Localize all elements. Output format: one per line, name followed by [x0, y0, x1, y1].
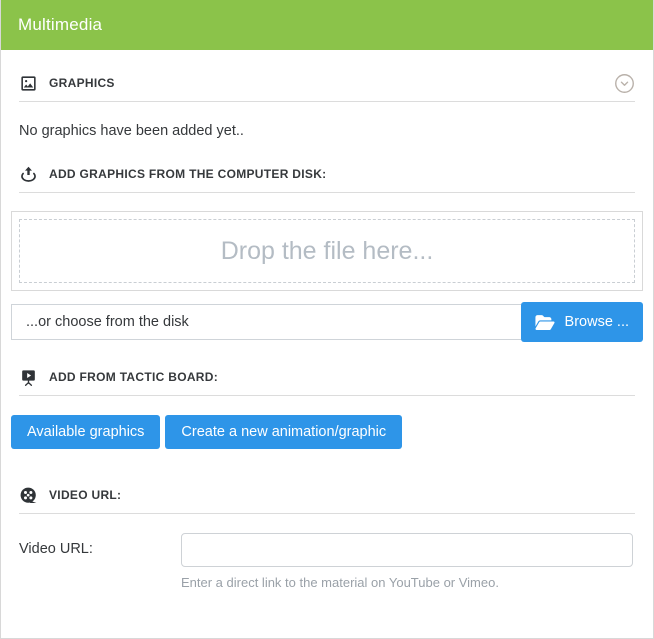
graphics-section-title: GRAPHICS: [49, 76, 115, 90]
film-reel-icon: [19, 486, 38, 505]
panel-title: Multimedia: [18, 15, 102, 35]
upload-icon: [19, 165, 38, 184]
video-section-title-group: VIDEO URL:: [19, 486, 121, 505]
video-url-form: Video URL: Enter a direct link to the ma…: [19, 533, 643, 590]
file-choose-group: Browse ...: [11, 302, 643, 342]
video-section-header: VIDEO URL:: [19, 482, 635, 508]
tactic-section-title: ADD FROM TACTIC BOARD:: [49, 370, 218, 384]
create-animation-button[interactable]: Create a new animation/graphic: [165, 415, 402, 449]
chevron-down-icon[interactable]: [614, 73, 635, 94]
file-path-input[interactable]: [11, 304, 521, 340]
browse-button-label: Browse ...: [565, 314, 629, 330]
divider: [19, 395, 635, 396]
video-url-input[interactable]: [181, 533, 633, 567]
browse-button[interactable]: Browse ...: [521, 302, 643, 342]
tactic-section-title-group: ADD FROM TACTIC BOARD:: [19, 368, 218, 387]
panel-body: GRAPHICS No graphics have been added yet…: [1, 70, 653, 590]
divider: [19, 101, 635, 102]
file-dropzone[interactable]: Drop the file here...: [11, 211, 643, 291]
video-url-field-group: Enter a direct link to the material on Y…: [181, 533, 633, 590]
panel-header: Multimedia: [0, 0, 654, 50]
upload-section-title-group: ADD GRAPHICS FROM THE COMPUTER DISK:: [19, 165, 326, 184]
file-dropzone-inner: Drop the file here...: [19, 219, 635, 283]
video-url-label: Video URL:: [19, 533, 181, 590]
video-section-title: VIDEO URL:: [49, 488, 121, 502]
available-graphics-button[interactable]: Available graphics: [11, 415, 160, 449]
upload-section-header: ADD GRAPHICS FROM THE COMPUTER DISK:: [19, 161, 635, 187]
tactic-buttons-row: Available graphics Create a new animatio…: [11, 415, 643, 449]
tactic-board-icon: [19, 368, 38, 387]
upload-section-title: ADD GRAPHICS FROM THE COMPUTER DISK:: [49, 167, 326, 181]
image-icon: [19, 74, 38, 93]
graphics-section-header: GRAPHICS: [19, 70, 635, 96]
divider: [19, 192, 635, 193]
video-url-helper-text: Enter a direct link to the material on Y…: [181, 575, 633, 590]
dropzone-text: Drop the file here...: [221, 237, 434, 266]
divider: [19, 513, 635, 514]
tactic-section-header: ADD FROM TACTIC BOARD:: [19, 364, 635, 390]
graphics-section-title-group: GRAPHICS: [19, 74, 115, 93]
multimedia-panel: Multimedia GRAPHICS No gr: [0, 0, 654, 639]
folder-open-icon: [535, 314, 555, 331]
graphics-empty-message: No graphics have been added yet..: [19, 123, 635, 139]
